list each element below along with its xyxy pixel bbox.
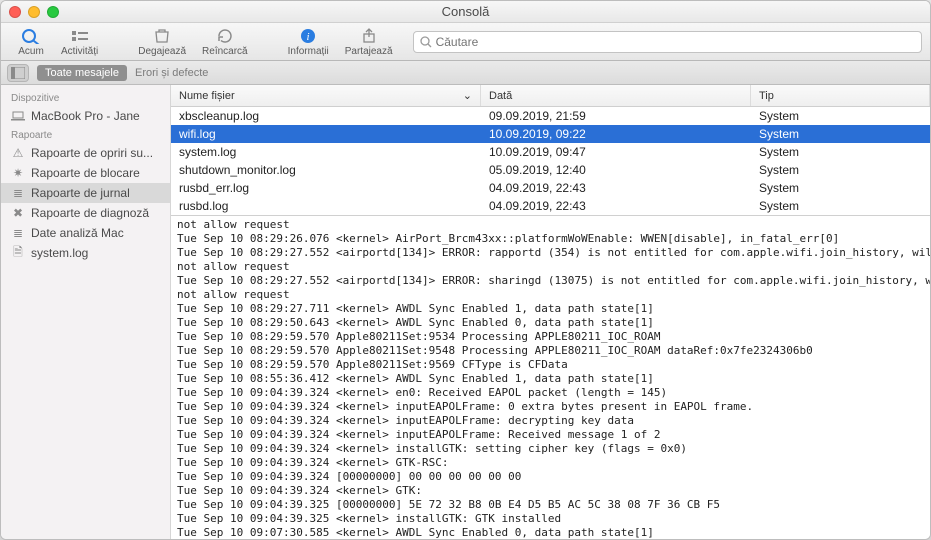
sort-chevron-icon: ⌄: [463, 89, 472, 102]
console-window: Consolă Acum Activități Deg: [0, 0, 931, 540]
traffic-lights: [9, 6, 59, 18]
minimize-icon[interactable]: [28, 6, 40, 18]
laptop-icon: [11, 109, 25, 123]
cell-filename: wifi.log: [171, 125, 481, 143]
sidebar-item-label: MacBook Pro - Jane: [31, 109, 140, 123]
cell-date: 10.09.2019, 09:47: [481, 143, 751, 161]
report-icon: ✖: [11, 206, 25, 220]
sidebar-item-label: Date analiză Mac: [31, 226, 124, 240]
log-table: Nume fișier ⌄ Dată Tip xbscleanup.log09.…: [171, 85, 930, 216]
sidebar-report-item[interactable]: ≣ Rapoarte de jurnal: [1, 183, 170, 203]
table-row[interactable]: rusbd_err.log04.09.2019, 22:43System: [171, 179, 930, 197]
sidebar-report-item[interactable]: ≣ Date analiză Mac: [1, 223, 170, 243]
search-icon: [420, 36, 432, 48]
clear-button[interactable]: Degajează: [130, 25, 194, 59]
sidebar-item-label: Rapoarte de jurnal: [31, 186, 130, 200]
cell-filename: rusbd_err.log: [171, 179, 481, 197]
cell-type: System: [751, 107, 930, 125]
cell-date: 09.09.2019, 21:59: [481, 107, 751, 125]
sidebar-reports-header: Rapoarte: [1, 126, 170, 143]
cell-filename: shutdown_monitor.log: [171, 161, 481, 179]
sidebar: Dispozitive MacBook Pro - Jane Rapoarte …: [1, 85, 171, 539]
cell-type: System: [751, 197, 930, 215]
cell-date: 04.09.2019, 22:43: [481, 197, 751, 215]
sidebar-item-label: Rapoarte de blocare: [31, 166, 140, 180]
share-label: Partajează: [345, 46, 393, 57]
activities-button[interactable]: Activități: [53, 25, 106, 59]
zoom-icon[interactable]: [47, 6, 59, 18]
now-label: Acum: [18, 46, 44, 57]
table-row[interactable]: system.log10.09.2019, 09:47System: [171, 143, 930, 161]
clear-label: Degajează: [138, 46, 186, 57]
sidebar-device[interactable]: MacBook Pro - Jane: [1, 106, 170, 126]
sidebar-item-label: Rapoarte de opriri su...: [31, 146, 153, 160]
reload-icon: [214, 27, 236, 45]
activities-icon: [69, 27, 91, 45]
sidebar-item-label: system.log: [31, 246, 88, 260]
body: Dispozitive MacBook Pro - Jane Rapoarte …: [1, 85, 930, 539]
cell-type: System: [751, 143, 930, 161]
filter-all-messages[interactable]: Toate mesajele: [37, 65, 127, 81]
table-row[interactable]: wifi.log10.09.2019, 09:22System: [171, 125, 930, 143]
titlebar: Consolă: [1, 1, 930, 23]
cell-filename: system.log: [171, 143, 481, 161]
share-icon: [358, 27, 380, 45]
toolbar: Acum Activități Degajează Reînca: [1, 23, 930, 61]
info-button[interactable]: i Informații: [280, 25, 337, 59]
sidebar-toggle[interactable]: [7, 64, 29, 82]
filter-errors[interactable]: Erori și defecte: [135, 67, 208, 79]
close-icon[interactable]: [9, 6, 21, 18]
col-date[interactable]: Dată: [481, 85, 751, 106]
cell-date: 04.09.2019, 22:43: [481, 179, 751, 197]
search-input[interactable]: [436, 35, 915, 49]
cell-type: System: [751, 161, 930, 179]
cell-date: 10.09.2019, 09:22: [481, 125, 751, 143]
table-row[interactable]: shutdown_monitor.log05.09.2019, 12:40Sys…: [171, 161, 930, 179]
sidebar-report-item[interactable]: ⚠ Rapoarte de opriri su...: [1, 143, 170, 163]
sidebar-devices-header: Dispozitive: [1, 89, 170, 106]
now-icon: [20, 27, 42, 45]
info-label: Informații: [288, 46, 329, 57]
window-title: Consolă: [1, 4, 930, 19]
now-button[interactable]: Acum: [9, 25, 53, 59]
report-icon: ✷: [11, 166, 25, 180]
col-type[interactable]: Tip: [751, 85, 930, 106]
main: Nume fișier ⌄ Dată Tip xbscleanup.log09.…: [171, 85, 930, 539]
sidebar-item-label: Rapoarte de diagnoză: [31, 206, 149, 220]
report-icon: 🗎: [11, 246, 25, 260]
cell-filename: xbscleanup.log: [171, 107, 481, 125]
cell-filename: rusbd.log: [171, 197, 481, 215]
activities-label: Activități: [61, 46, 98, 57]
share-button[interactable]: Partajează: [337, 25, 401, 59]
sidebar-report-item[interactable]: 🗎 system.log: [1, 243, 170, 263]
info-icon: i: [297, 27, 319, 45]
reload-label: Reîncarcă: [202, 46, 248, 57]
filter-bar: Toate mesajele Erori și defecte: [1, 61, 930, 85]
table-header: Nume fișier ⌄ Dată Tip: [171, 85, 930, 107]
table-row[interactable]: rusbd.log04.09.2019, 22:43System: [171, 197, 930, 215]
log-text: not allow request Tue Sep 10 08:29:26.07…: [171, 216, 930, 539]
sidebar-report-item[interactable]: ✖ Rapoarte de diagnoză: [1, 203, 170, 223]
table-row[interactable]: xbscleanup.log09.09.2019, 21:59System: [171, 107, 930, 125]
cell-type: System: [751, 179, 930, 197]
cell-type: System: [751, 125, 930, 143]
report-icon: ≣: [11, 226, 25, 240]
report-icon: ≣: [11, 186, 25, 200]
reload-button[interactable]: Reîncarcă: [194, 25, 256, 59]
trash-icon: [151, 27, 173, 45]
search-field[interactable]: [413, 31, 922, 53]
sidebar-report-item[interactable]: ✷ Rapoarte de blocare: [1, 163, 170, 183]
report-icon: ⚠: [11, 146, 25, 160]
svg-text:i: i: [307, 31, 310, 43]
cell-date: 05.09.2019, 12:40: [481, 161, 751, 179]
col-filename[interactable]: Nume fișier ⌄: [171, 85, 481, 106]
log-content[interactable]: not allow request Tue Sep 10 08:29:26.07…: [171, 216, 930, 539]
